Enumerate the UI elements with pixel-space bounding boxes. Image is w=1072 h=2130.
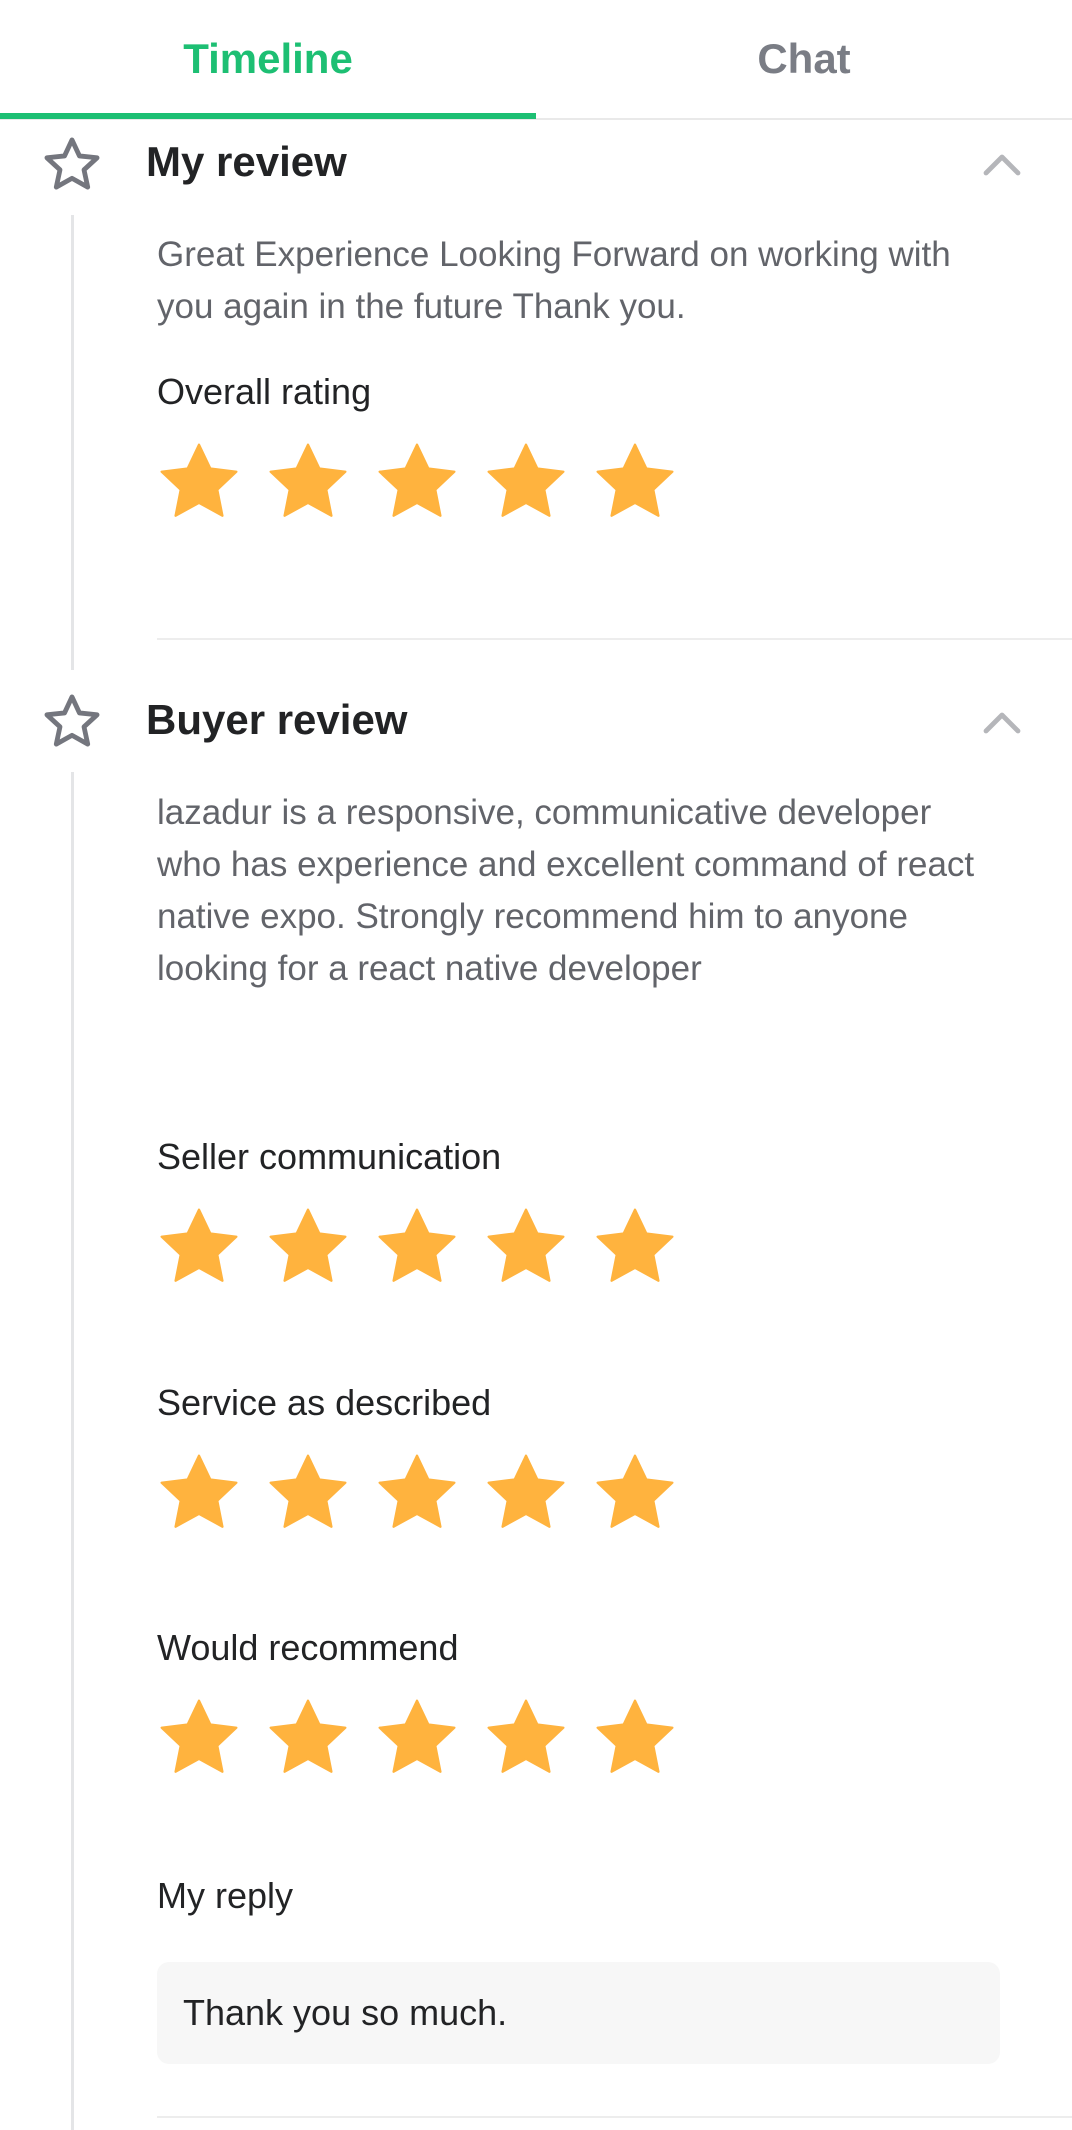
star-outline-icon [44,694,100,747]
section-divider [157,638,1072,640]
star-filled-icon [378,1699,456,1773]
star-filled-icon [378,1208,456,1282]
star-filled-icon [160,1208,238,1282]
star-filled-icon [487,1454,565,1528]
star-filled-icon [160,443,238,517]
overall-rating-label: Overall rating [157,371,372,412]
my-reply-text: Thank you so much. [183,1992,508,2033]
my-reply-box: Thank you so much. [157,1962,1000,2064]
overall-rating-stars [155,438,679,530]
section-divider [157,2116,1072,2118]
active-tab-indicator [0,113,536,119]
star-filled-icon [596,1208,674,1282]
star-filled-icon [487,1208,565,1282]
would-recommend-label: Would recommend [157,1627,459,1668]
star-filled-icon [160,1454,238,1528]
star-filled-icon [269,1208,347,1282]
my-review-title: My review [146,138,347,185]
chevron-up-icon[interactable] [978,699,1026,747]
my-review-text: Great Experience Looking Forward on work… [157,235,951,326]
star-filled-icon [596,443,674,517]
tab-bar: Timeline Chat [0,0,1072,120]
buyer-review-title: Buyer review [146,696,408,743]
star-filled-icon [378,443,456,517]
tab-timeline[interactable]: Timeline [0,0,536,118]
seller-communication-stars [155,1203,679,1295]
timeline-line [71,215,74,670]
star-filled-icon [269,443,347,517]
my-reply-label: My reply [157,1875,294,1916]
would-recommend-stars [155,1694,679,1786]
star-filled-icon [596,1699,674,1773]
order-page: Timeline Chat My review Great Experience… [0,0,1072,2130]
service-as-described-label: Service as described [157,1382,492,1423]
star-filled-icon [269,1454,347,1528]
tab-chat[interactable]: Chat [536,0,1072,118]
star-filled-icon [160,1699,238,1773]
star-filled-icon [596,1454,674,1528]
buyer-review-text: lazadur is a responsive, communicative d… [157,793,975,988]
star-outline-icon [44,137,100,190]
star-filled-icon [269,1699,347,1773]
star-filled-icon [487,443,565,517]
star-filled-icon [487,1699,565,1773]
timeline-line [71,772,74,2130]
chevron-up-icon[interactable] [978,141,1026,189]
star-filled-icon [378,1454,456,1528]
service-as-described-stars [155,1449,679,1541]
seller-communication-label: Seller communication [157,1136,502,1177]
